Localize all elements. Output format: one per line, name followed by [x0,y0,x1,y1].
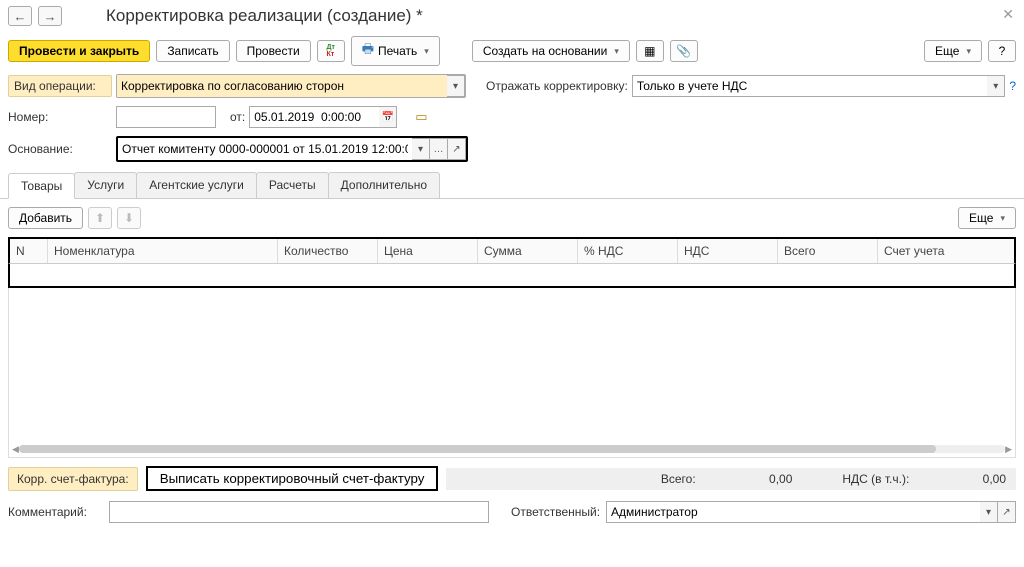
col-vat: НДС [678,239,778,263]
responsible-input[interactable] [606,501,980,523]
structure-button[interactable]: ▦ [636,40,664,62]
basis-dropdown-button[interactable]: ▾ [412,138,430,160]
op-type-dropdown-button[interactable]: ▾ [447,75,465,97]
date-picker-button[interactable]: 📅 [379,106,397,128]
vat-label: НДС (в т.ч.): [842,472,909,486]
add-row-button[interactable]: Добавить [8,207,83,229]
move-up-button[interactable]: ⬆ [88,207,112,229]
col-vat-pct: % НДС [578,239,678,263]
col-total: Всего [778,239,878,263]
date-input[interactable] [249,106,379,128]
reflect-dropdown-button[interactable]: ▾ [987,75,1005,97]
create-based-button[interactable]: Создать на основании [472,40,630,62]
nav-forward-button[interactable]: → [38,6,62,26]
debit-credit-button[interactable]: ДтКт [317,40,345,62]
paperclip-icon: 📎 [676,44,691,58]
op-type-input[interactable] [117,75,447,97]
basis-select-button[interactable]: … [430,138,448,160]
total-value: 0,00 [769,472,792,486]
tab-calculations[interactable]: Расчеты [256,172,329,198]
responsible-label: Ответственный: [511,505,600,519]
reflect-label: Отражать корректировку: [486,79,628,93]
reflect-input[interactable] [632,75,988,97]
reflect-help-link[interactable]: ? [1009,79,1016,93]
basis-open-button[interactable]: ↗ [448,138,466,160]
save-button[interactable]: Записать [156,40,229,62]
basis-label: Основание: [8,142,112,156]
responsible-dropdown-button[interactable]: ▾ [980,501,998,523]
number-input[interactable] [116,106,216,128]
basis-input[interactable] [118,138,412,160]
attachments-button[interactable]: 📎 [670,40,698,62]
post-and-close-button[interactable]: Провести и закрыть [8,40,150,62]
close-button[interactable]: ✕ [1002,6,1014,23]
totals-bar: Всего: 0,00 НДС (в т.ч.): 0,00 [446,468,1016,490]
print-label: Печать [378,44,417,58]
table-header: N Номенклатура Количество Цена Сумма % Н… [8,237,1016,264]
page-title: Корректировка реализации (создание) * [106,6,423,26]
more-button[interactable]: Еще [924,40,982,62]
write-corr-invoice-button[interactable]: Выписать корректировочный счет-фактуру [146,466,439,491]
number-label: Номер: [8,110,112,124]
from-label: от: [230,110,245,124]
table-more-button[interactable]: Еще [958,207,1016,229]
col-qty: Количество [278,239,378,263]
op-type-label: Вид операции: [8,75,112,97]
tab-agent-services[interactable]: Агентские услуги [136,172,257,198]
tab-additional[interactable]: Дополнительно [328,172,440,198]
tab-goods[interactable]: Товары [8,173,75,199]
col-sum: Сумма [478,239,578,263]
printer-icon: 🖶 [362,40,374,62]
nav-back-button[interactable]: ← [8,6,32,26]
col-name: Номенклатура [48,239,278,263]
vat-value: 0,00 [983,472,1006,486]
print-button[interactable]: 🖶 Печать [351,36,440,66]
corr-invoice-label: Корр. счет-фактура: [8,467,138,491]
help-button[interactable]: ? [988,40,1016,62]
tabs: Товары Услуги Агентские услуги Расчеты Д… [0,172,1024,199]
structure-icon: ▦ [644,44,655,58]
tab-services[interactable]: Услуги [74,172,137,198]
responsible-open-button[interactable]: ↗ [998,501,1016,523]
table-body-highlighted[interactable] [8,264,1016,288]
horizontal-scrollbar[interactable]: ◀ ▶ [12,444,1012,454]
dtkt-icon: ДтКт [326,44,334,58]
comment-label: Комментарий: [8,505,103,519]
post-button[interactable]: Провести [236,40,311,62]
move-down-button[interactable]: ⬇ [117,207,141,229]
col-price: Цена [378,239,478,263]
comment-input[interactable] [109,501,489,523]
col-n: N [10,239,48,263]
col-account: Счет учета [878,239,1014,263]
lock-icon: ▭ [415,109,427,125]
table-body[interactable]: ◀ ▶ [8,288,1016,458]
total-label: Всего: [661,472,696,486]
